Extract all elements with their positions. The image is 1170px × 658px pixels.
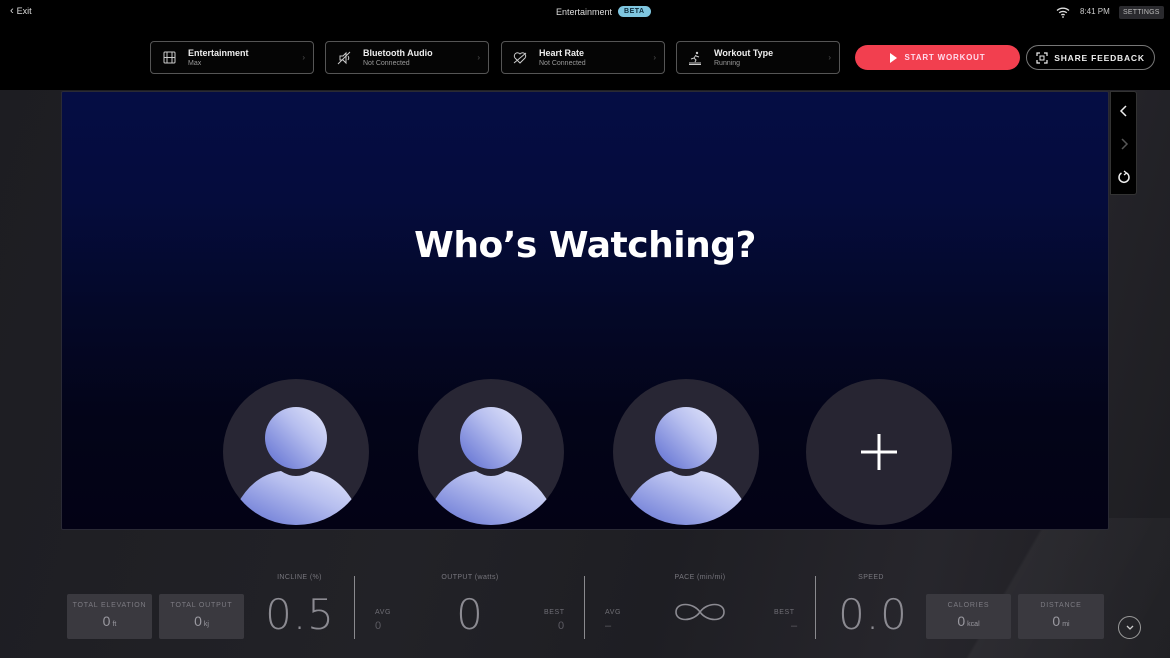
chevron-left-icon [1119,105,1127,117]
pace-avg-label: AVG [605,609,622,616]
user-icon [627,407,745,525]
pace-best-label: BEST [774,609,795,616]
tile-title: Heart Rate [539,48,585,58]
forward-button[interactable] [1111,129,1136,159]
pace-label: PACE (min/mi) [674,574,726,581]
app-title-text: Entertainment [556,6,613,17]
pace-avg-value: – [605,620,612,632]
chevron-right-icon [1120,138,1128,150]
bluetooth-audio-tile[interactable]: Bluetooth Audio Not Connected › [325,41,489,74]
start-workout-label: START WORKOUT [904,53,986,62]
clock: 8:41 PM [1080,7,1110,16]
incline-label: INCLINE (%) [277,574,322,581]
browser-side-nav [1110,91,1137,195]
metric-unit: mi [1062,621,1070,628]
profile-avatar[interactable] [223,379,369,525]
status-bar: ‹ Exit Entertainment BETA 8:41 PM SETTIN… [0,0,1170,24]
wifi-icon [1056,7,1070,18]
metric-value: 0 [102,613,111,629]
workout-type-tile[interactable]: Workout Type Running › [676,41,840,74]
tile-title: Bluetooth Audio [363,48,433,58]
metric-label: CALORIES [947,602,990,609]
bluetooth-audio-off-icon [337,51,351,65]
reload-icon [1117,170,1130,184]
speed-value: 0.0 [838,590,908,639]
heart-rate-off-icon [513,51,527,65]
share-feedback-button[interactable]: SHARE FEEDBACK [1026,45,1155,70]
user-icon [432,407,550,525]
scan-icon [1036,51,1048,64]
output-best-label: BEST [544,609,565,616]
speed-label: SPEED [858,574,884,581]
divider [584,576,585,639]
exit-button[interactable]: ‹ Exit [10,4,32,17]
total-output-box: TOTAL OUTPUT 0 kj [159,594,244,639]
collapse-metrics-button[interactable] [1118,616,1141,639]
total-elevation-box: TOTAL ELEVATION 0 ft [67,594,152,639]
calories-box: CALORIES 0 kcal [926,594,1011,639]
tile-subtitle: Not Connected [363,60,410,67]
profile-avatar[interactable] [613,379,759,525]
chevron-right-icon: › [477,53,480,62]
tile-subtitle: Max [188,60,202,67]
tile-title: Workout Type [714,48,774,58]
metric-value: 0 [957,613,966,629]
entertainment-tile[interactable]: Entertainment Max › [150,41,314,74]
chevron-right-icon: › [828,53,831,62]
metric-label: TOTAL OUTPUT [170,602,233,609]
metric-label: DISTANCE [1040,602,1082,609]
reload-button[interactable] [1111,162,1136,192]
page-title: Who’s Watching? [414,225,756,266]
divider [815,576,816,639]
entertainment-viewport: Who’s Watching? [61,91,1109,530]
profile-avatar[interactable] [418,379,564,525]
play-icon [889,52,897,63]
tile-subtitle: Running [714,60,741,67]
treadmill-icon [688,51,702,65]
user-icon [237,407,355,525]
tile-subtitle: Not Connected [539,60,586,67]
output-avg-value: 0 [375,620,382,632]
output-best-value: 0 [558,620,565,632]
chevron-left-icon: ‹ [10,4,14,17]
chevron-right-icon: › [302,53,305,62]
film-icon [162,51,176,65]
metric-unit: kj [203,621,209,628]
beta-badge: BETA [618,6,651,17]
incline-value: 0.5 [265,590,335,639]
metric-unit: ft [112,621,117,628]
start-workout-button[interactable]: START WORKOUT [855,45,1020,70]
pace-best-value: – [791,620,798,632]
add-profile-button[interactable] [806,379,952,525]
divider [354,576,355,639]
metric-value: 0 [1052,613,1061,629]
app-title: Entertainment BETA [556,6,651,17]
share-feedback-label: SHARE FEEDBACK [1054,52,1145,63]
metric-value: 0 [194,613,202,629]
heart-rate-tile[interactable]: Heart Rate Not Connected › [501,41,665,74]
distance-box: DISTANCE 0 mi [1018,594,1104,639]
metric-unit: kcal [967,621,980,628]
tile-title: Entertainment [188,48,249,58]
output-label: OUTPUT (watts) [441,574,499,581]
exit-label: Exit [16,6,32,16]
metric-label: TOTAL ELEVATION [72,602,147,609]
output-avg-label: AVG [375,609,392,616]
output-value: 0 [456,590,484,639]
plus-icon [861,434,897,470]
infinity-icon [675,603,725,621]
settings-button[interactable]: SETTINGS [1119,6,1164,19]
back-button[interactable] [1111,96,1136,126]
toolbar: Entertainment Max › Bluetooth Audio Not … [0,24,1170,90]
chevron-down-icon [1126,625,1133,630]
chevron-right-icon: › [653,53,656,62]
